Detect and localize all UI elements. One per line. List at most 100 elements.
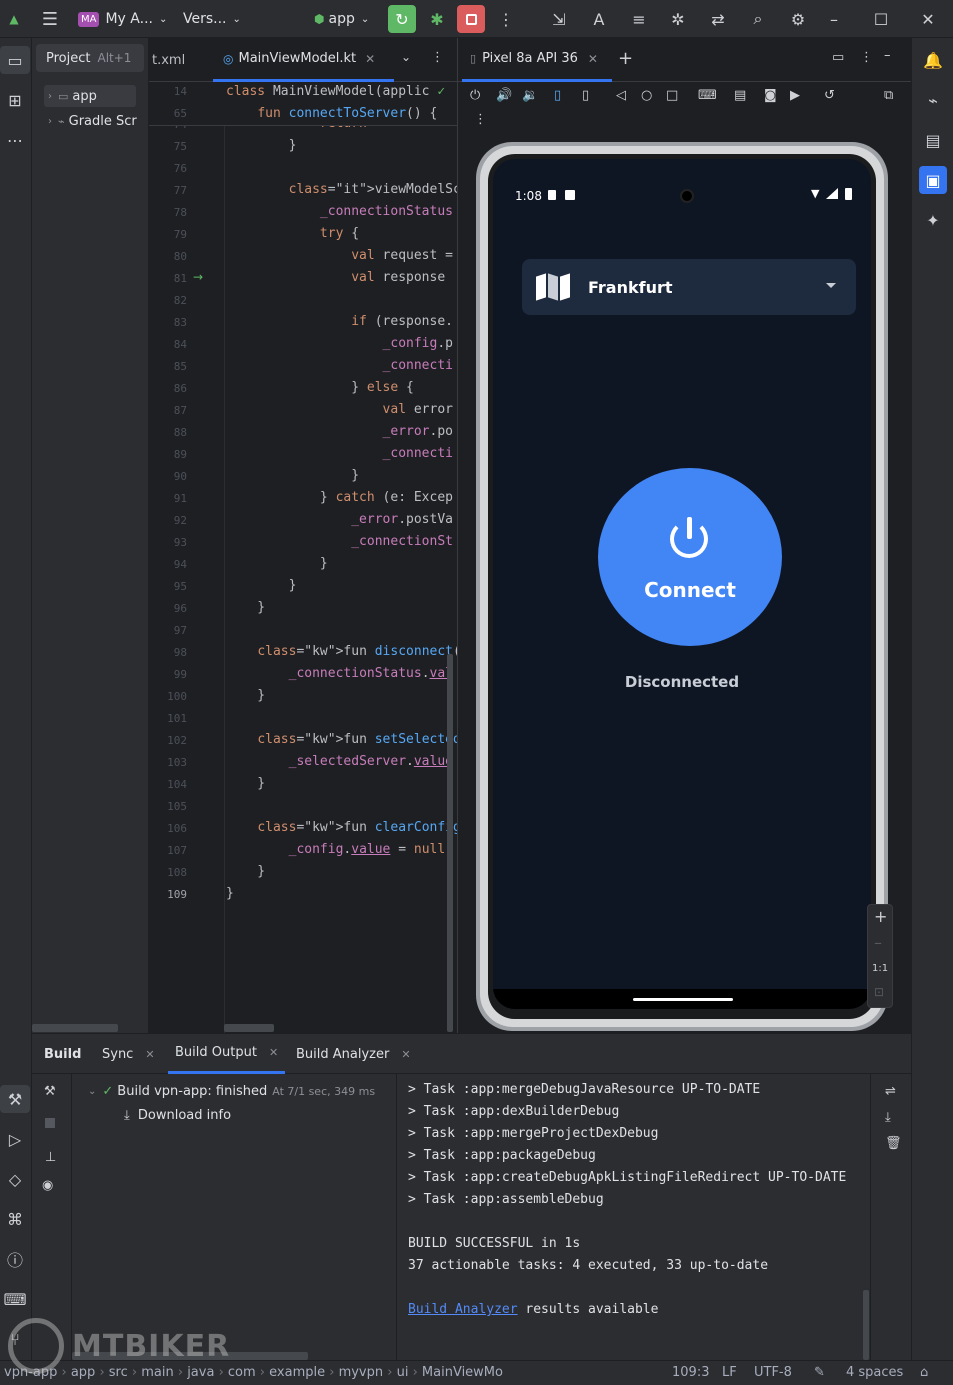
zoom-in-icon[interactable]: + bbox=[874, 907, 887, 926]
line-separator[interactable]: LF bbox=[722, 1365, 737, 1380]
breadcrumb-item[interactable]: vpn-app bbox=[4, 1365, 57, 1380]
volume-down-icon[interactable]: 🔉 bbox=[522, 88, 538, 103]
editor-tab-xml[interactable]: t.xml bbox=[152, 38, 185, 82]
tree-item-gradle-scripts[interactable]: › ⌁ Gradle Scr bbox=[44, 110, 149, 132]
volume-up-icon[interactable]: 🔊 bbox=[496, 88, 512, 103]
logcat-icon[interactable]: ⌘ bbox=[0, 1205, 30, 1233]
debug-icon[interactable]: ✱ bbox=[423, 5, 451, 33]
build-output-console[interactable]: > Task :app:mergeDebugJavaResource UP-TO… bbox=[32, 1074, 870, 1361]
breadcrumb-item[interactable]: java bbox=[187, 1365, 214, 1380]
gem-icon[interactable]: ◇ bbox=[0, 1165, 30, 1193]
record-icon[interactable]: ▶ bbox=[790, 88, 800, 103]
device-explorer-icon[interactable]: ▤ bbox=[919, 126, 947, 154]
close-tab-icon[interactable]: ✕ bbox=[365, 52, 375, 66]
zoom-fit-icon[interactable]: ⊡ bbox=[874, 985, 884, 999]
build-analyzer-link[interactable]: Build Analyzer bbox=[408, 1302, 518, 1317]
more-toolbar-icon[interactable]: ⋮ bbox=[474, 112, 487, 127]
main-menu-icon[interactable]: ☰ bbox=[36, 5, 64, 33]
breadcrumb-item[interactable]: example bbox=[269, 1365, 325, 1380]
close-tab-icon[interactable]: ✕ bbox=[269, 1046, 278, 1059]
keyboard-icon[interactable]: ⌨ bbox=[698, 88, 717, 103]
gesture-handle[interactable] bbox=[633, 998, 733, 1001]
more-tabs-icon[interactable]: ⋮ bbox=[431, 50, 444, 65]
close-tab-icon[interactable]: ✕ bbox=[145, 1048, 154, 1061]
scroll-to-end-icon[interactable]: ⤓ bbox=[885, 1110, 891, 1125]
vertical-scrollbar[interactable] bbox=[447, 654, 453, 1032]
running-devices-icon[interactable]: ▣ bbox=[919, 166, 947, 194]
camera-icon[interactable]: ◙ bbox=[764, 88, 777, 103]
rotate-right-icon[interactable]: ▯ bbox=[582, 88, 589, 103]
mirror-icon[interactable]: ⧉ bbox=[884, 88, 893, 103]
tab-sync[interactable]: Sync ✕ bbox=[102, 1034, 155, 1074]
device-manager-icon[interactable]: ⇄ bbox=[704, 5, 732, 33]
breadcrumb-item[interactable]: app bbox=[71, 1365, 95, 1380]
tab-build[interactable]: Build bbox=[44, 1034, 81, 1074]
gemini-sparkle-icon[interactable]: ✦ bbox=[919, 206, 947, 234]
git-branch-icon[interactable]: ⑂ bbox=[0, 1325, 30, 1353]
editor-tab-mainviewmodel[interactable]: ◎ MainViewModel.kt ✕ bbox=[213, 38, 394, 82]
overview-icon[interactable]: □ bbox=[666, 88, 678, 103]
search-icon[interactable]: ⌕ bbox=[744, 5, 772, 33]
server-dropdown[interactable]: Frankfurt bbox=[522, 259, 856, 315]
vcs-selector[interactable]: Vers... ⌄ bbox=[183, 0, 241, 38]
chevron-down-icon[interactable]: ⌄ bbox=[401, 50, 411, 64]
project-tab[interactable]: Project Alt+1 bbox=[36, 44, 144, 72]
hide-icon[interactable]: – bbox=[884, 48, 891, 63]
add-device-icon[interactable]: + bbox=[618, 48, 633, 69]
display-icon[interactable]: ▤ bbox=[734, 88, 746, 103]
trash-icon[interactable]: 🗑 bbox=[885, 1136, 902, 1151]
zoom-out-icon[interactable]: – bbox=[874, 933, 882, 952]
resource-manager-icon[interactable]: ⊞ bbox=[0, 86, 30, 114]
run-tool-icon[interactable]: ▷ bbox=[0, 1125, 30, 1153]
notifications-bell-icon[interactable]: 🔔 bbox=[919, 46, 947, 74]
more-actions-icon[interactable]: ⋮ bbox=[492, 5, 520, 33]
home-icon[interactable]: ○ bbox=[641, 88, 652, 103]
sync-gradle-icon[interactable]: ⇲ bbox=[545, 5, 573, 33]
settings-gear-icon[interactable]: ⚙ bbox=[784, 5, 812, 33]
horizontal-scrollbar[interactable] bbox=[224, 1024, 274, 1032]
tab-build-output[interactable]: Build Output ✕ bbox=[168, 1034, 286, 1074]
more-tools-icon[interactable]: ⋯ bbox=[0, 126, 30, 154]
structure-icon[interactable]: ≡ bbox=[625, 5, 653, 33]
back-icon[interactable]: ◁ bbox=[616, 88, 626, 103]
code-area[interactable]: 74 return75 }7677 class="it">viewModelSc… bbox=[149, 82, 457, 1033]
rotate-left-icon[interactable]: ▯ bbox=[554, 88, 561, 103]
breadcrumb-item[interactable]: myvpn bbox=[339, 1365, 384, 1380]
zoom-actual-size[interactable]: 1:1 bbox=[872, 963, 888, 974]
project-selector[interactable]: MA My A... ⌄ bbox=[78, 0, 167, 38]
tree-item-app[interactable]: › ▭ app bbox=[44, 85, 136, 107]
rerun-icon[interactable]: ↻ bbox=[388, 5, 416, 33]
breakpoint-arrow-icon[interactable]: → bbox=[193, 270, 203, 284]
terminal-icon[interactable]: ⌨ bbox=[0, 1285, 30, 1313]
soft-wrap-icon[interactable]: ⇌ bbox=[885, 1084, 896, 1099]
breadcrumb-item[interactable]: MainViewMo bbox=[422, 1365, 503, 1380]
tab-build-analyzer[interactable]: Build Analyzer ✕ bbox=[296, 1034, 411, 1074]
run-config-selector[interactable]: ⬢ app ⌄ bbox=[314, 0, 369, 38]
breadcrumb-item[interactable]: ui bbox=[397, 1365, 409, 1380]
power-icon[interactable]: ⏻ bbox=[470, 88, 480, 103]
more-options-icon[interactable]: ⋮ bbox=[860, 50, 873, 65]
snapshot-icon[interactable]: ↺ bbox=[824, 88, 835, 103]
horizontal-scrollbar[interactable] bbox=[32, 1024, 118, 1032]
lock-icon[interactable]: ⌂ bbox=[920, 1365, 928, 1380]
device-tab[interactable]: ▯ Pixel 8a API 36 ✕ bbox=[462, 38, 612, 82]
breadcrumb-item[interactable]: src bbox=[109, 1365, 128, 1380]
close-tab-icon[interactable]: ✕ bbox=[588, 52, 598, 66]
stop-button[interactable] bbox=[457, 5, 485, 33]
bug-icon[interactable]: ✲ bbox=[664, 5, 692, 33]
breadcrumb-item[interactable]: main bbox=[141, 1365, 173, 1380]
close-window-icon[interactable]: ✕ bbox=[914, 5, 942, 33]
connect-button[interactable]: Connect bbox=[598, 468, 782, 646]
indent-setting[interactable]: 4 spaces bbox=[846, 1365, 903, 1380]
problems-icon[interactable]: ⓘ bbox=[0, 1245, 30, 1273]
vertical-scrollbar[interactable] bbox=[863, 1290, 869, 1360]
maximize-icon[interactable]: ☐ bbox=[867, 5, 895, 33]
file-encoding[interactable]: UTF-8 bbox=[754, 1365, 792, 1380]
phone-screen[interactable]: 1:08 ▼ Frankfurt Connect Disconnected bbox=[493, 159, 871, 1009]
project-tool-folder-icon[interactable]: ▭ bbox=[0, 46, 30, 74]
ai-assistant-icon[interactable]: ✎ bbox=[814, 1365, 825, 1380]
caret-position[interactable]: 109:3 bbox=[672, 1365, 709, 1380]
minimize-icon[interactable]: – bbox=[820, 5, 848, 33]
build-tool-hammer-icon[interactable]: ⚒ bbox=[0, 1085, 30, 1113]
gradle-elephant-icon[interactable]: ⌁ bbox=[919, 86, 947, 114]
